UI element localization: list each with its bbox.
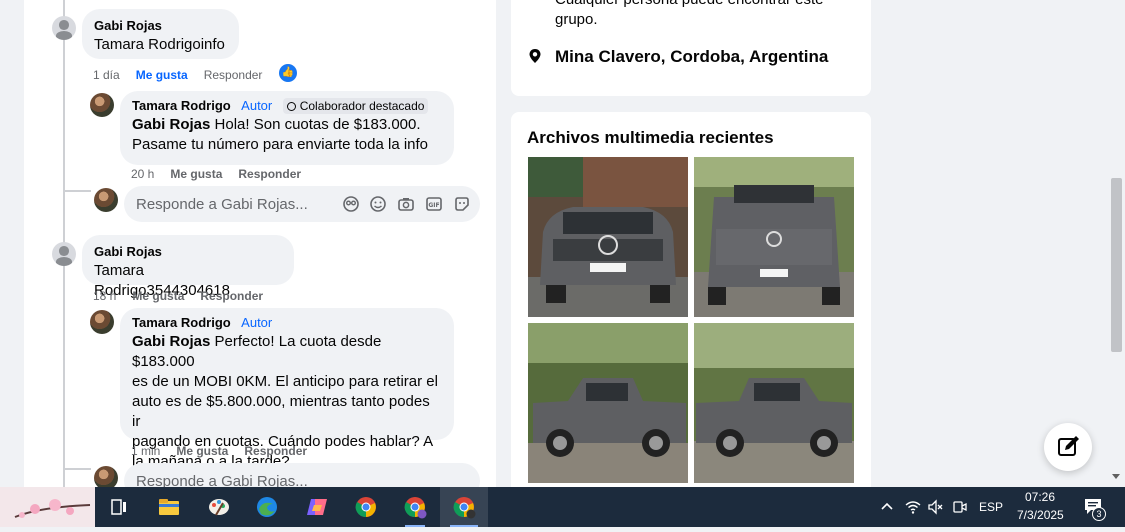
file-explorer-icon[interactable]: [145, 487, 193, 527]
reply-placeholder: Responde a Gabi Rojas...: [136, 473, 308, 487]
reply-button[interactable]: Responder: [244, 444, 307, 458]
comment-bubble: Tamara Rodrigo Autor Colaborador destaca…: [120, 91, 454, 165]
meet-now-icon[interactable]: [952, 499, 968, 515]
emoji-icon[interactable]: [369, 195, 387, 213]
media-photo-pickup-side-right[interactable]: [694, 323, 854, 483]
group-location[interactable]: Mina Clavero, Cordoba, Argentina: [555, 47, 828, 67]
input-language[interactable]: ESP: [979, 500, 1003, 514]
top-contributor-badge: Colaborador destacado: [282, 98, 429, 114]
comment-author[interactable]: Gabi Rojas: [94, 18, 162, 33]
scroll-down-arrow-icon[interactable]: [1112, 474, 1120, 479]
comment-feed: Gabi Rojas Tamara Rodrigoinfo 1 día Me g…: [24, 0, 496, 487]
comment-author[interactable]: Tamara Rodrigo: [132, 315, 231, 330]
new-message-button[interactable]: [1044, 423, 1092, 471]
comment-mention[interactable]: Tamara Rodrigo: [94, 36, 201, 53]
windows-taskbar: ESP 07:26 7/3/2025 3: [0, 487, 1125, 527]
like-button[interactable]: Me gusta: [170, 167, 222, 181]
chrome-profile-1-icon[interactable]: [391, 487, 439, 527]
wallpaper-thumbnail: [0, 487, 95, 527]
comment-bubble: Gabi Rojas Tamara Rodrigo3544304618: [82, 235, 294, 299]
chrome-profile-2-icon[interactable]: [440, 487, 488, 527]
location-pin-icon: [529, 49, 541, 63]
comment-bubble: Tamara Rodrigo Autor Gabi Rojas Perfecto…: [120, 308, 454, 470]
avatar-sticker-icon[interactable]: [342, 195, 360, 213]
thread-line: [63, 190, 91, 192]
media-photo-pickup-front[interactable]: [528, 157, 688, 317]
sticker-icon[interactable]: [453, 195, 471, 213]
comment-actions: 1 min Me gusta Responder: [131, 444, 323, 458]
info-line: Cualquier persona puede encontrar este: [555, 0, 824, 10]
task-view-icon[interactable]: [95, 487, 143, 527]
comment-time[interactable]: 18 h: [93, 289, 116, 303]
reply-input[interactable]: Responde a Gabi Rojas...: [124, 463, 480, 487]
comment-mention[interactable]: Gabi Rojas: [132, 333, 210, 350]
comment-text-line: auto es de $5.800.000, mientras tanto po…: [132, 393, 430, 430]
avatar[interactable]: [52, 16, 76, 40]
recent-media-card: Archivos multimedia recientes: [511, 112, 871, 487]
reply-button[interactable]: Responder: [204, 68, 263, 82]
like-button[interactable]: Me gusta: [176, 444, 228, 458]
avatar: [94, 466, 118, 487]
reply-placeholder: Responde a Gabi Rojas...: [136, 196, 308, 213]
info-line: grupo.: [555, 11, 598, 28]
chrome-icon[interactable]: [342, 487, 390, 527]
wifi-icon[interactable]: [905, 499, 921, 515]
comment-time[interactable]: 20 h: [131, 167, 154, 181]
avatar[interactable]: [52, 242, 76, 266]
reply-button[interactable]: Responder: [200, 289, 263, 303]
media-title: Archivos multimedia recientes: [527, 128, 774, 147]
group-info-card: Cualquier persona puede encontrar este g…: [511, 0, 871, 96]
comment-actions: 20 h Me gusta Responder: [131, 167, 317, 181]
comment-actions: 1 día Me gusta Responder: [93, 68, 278, 82]
gif-icon[interactable]: GIF: [425, 195, 443, 213]
svg-text:GIF: GIF: [428, 202, 439, 209]
avatar: [94, 188, 118, 212]
paint-icon[interactable]: [195, 487, 243, 527]
facebook-group-page: Gabi Rojas Tamara Rodrigoinfo 1 día Me g…: [0, 0, 1125, 487]
comment-author[interactable]: Tamara Rodrigo: [132, 98, 231, 113]
thread-line: [63, 468, 91, 470]
badge-icon: [286, 102, 296, 111]
comment-author[interactable]: Gabi Rojas: [94, 244, 162, 259]
comment-time[interactable]: 1 min: [131, 444, 160, 458]
media-photo-pickup-rear[interactable]: [694, 157, 854, 317]
comment-bubble: Gabi Rojas Tamara Rodrigoinfo: [82, 9, 239, 59]
group-visibility-text: Cualquier persona puede encontrar este g…: [555, 0, 824, 30]
author-tag: Autor: [241, 98, 273, 113]
like-reaction-icon[interactable]: 👍: [279, 64, 297, 82]
avatar[interactable]: [90, 310, 114, 334]
comment-text-line: Pasame tu número para enviarte toda la i…: [132, 136, 429, 153]
comment-mention[interactable]: Gabi Rojas: [132, 116, 210, 133]
badge-label: Colaborador destacado: [299, 99, 425, 113]
comment-text-line: Hola! Son cuotas de $183.000.: [214, 116, 421, 133]
clock-date[interactable]: 7/3/2025: [1017, 508, 1064, 522]
reply-button[interactable]: Responder: [238, 167, 301, 181]
comment-actions: 18 h Me gusta Responder: [93, 289, 279, 303]
copilot-icon[interactable]: [293, 487, 341, 527]
reply-input[interactable]: Responde a Gabi Rojas... GIF: [124, 186, 480, 222]
media-photo-pickup-side-left[interactable]: [528, 323, 688, 483]
volume-muted-icon[interactable]: [927, 499, 943, 515]
clock-time[interactable]: 07:26: [1025, 490, 1055, 504]
comment-text-line: es de un MOBI 0KM. El anticipo para reti…: [132, 373, 438, 390]
camera-icon[interactable]: [397, 195, 415, 213]
author-tag: Autor: [241, 315, 273, 330]
show-hidden-icons-chevron-icon[interactable]: [880, 500, 894, 514]
scrollbar-thumb[interactable]: [1111, 178, 1122, 352]
like-button[interactable]: Me gusta: [132, 289, 184, 303]
notification-count-badge: 3: [1092, 507, 1106, 521]
like-button[interactable]: Me gusta: [136, 68, 188, 82]
comment-text: info: [200, 36, 225, 53]
edge-icon[interactable]: [243, 487, 291, 527]
comment-time[interactable]: 1 día: [93, 68, 120, 82]
avatar[interactable]: [90, 93, 114, 117]
page-scrollbar[interactable]: [1108, 0, 1125, 487]
compose-icon: [1058, 436, 1079, 456]
